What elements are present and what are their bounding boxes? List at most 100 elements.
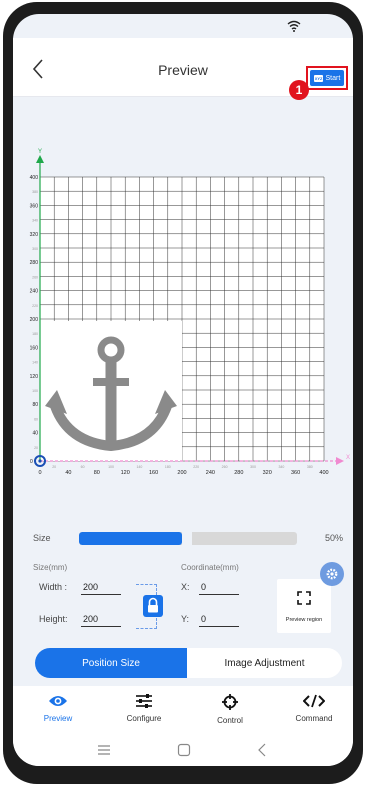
x-tick-label-minor: 340 [278, 465, 284, 469]
mode-switch: Position Size Image Adjustment [35, 648, 342, 678]
y-tick-label: 160 [30, 345, 39, 351]
height-label: Height: [39, 614, 68, 624]
x-tick-label-minor: 300 [250, 465, 256, 469]
x-tick-label-minor: 180 [165, 465, 171, 469]
y-tick-label-minor: 380 [32, 190, 38, 194]
preview-canvas[interactable]: YX04003603202802402001601208040380340300… [13, 144, 353, 504]
wifi-icon [287, 20, 301, 32]
y-tick-label: 280 [30, 260, 39, 266]
position-size-tab[interactable]: Position Size [35, 648, 187, 678]
y-tick-origin: 0 [30, 459, 33, 465]
size-label: Size [33, 533, 51, 543]
link-bracket-top [136, 584, 157, 595]
x-tick-label: 400 [319, 470, 328, 476]
y-tick-label-minor: 220 [32, 304, 38, 308]
y-tick-label-minor: 300 [32, 247, 38, 251]
preview-region-label: Preview region [285, 617, 323, 623]
x-tick-label-minor: 60 [81, 465, 85, 469]
x-tick-label: 240 [206, 470, 215, 476]
code-icon [303, 694, 325, 708]
x-tick-label: 320 [263, 470, 272, 476]
x-tick-label-minor: 20 [52, 465, 56, 469]
system-nav-bar [13, 734, 353, 766]
link-bracket-bottom [136, 618, 157, 629]
x-tick-label-minor: 260 [222, 465, 228, 469]
y-tick-label-minor: 260 [32, 275, 38, 279]
app-screen: Preview XYZ Start 1 Y X 0 400 360 320 280 240 20… [13, 14, 353, 766]
y-tick-label: 120 [30, 374, 39, 380]
y-tick-label-minor: 60 [34, 417, 38, 421]
nav-back-icon[interactable] [257, 743, 267, 757]
page-title: Preview [158, 62, 208, 78]
sliders-icon [136, 694, 152, 708]
x-tick-label-minor: 140 [136, 465, 142, 469]
y-tick-label: 40 [32, 431, 38, 437]
size-row: Size 50% [33, 530, 343, 546]
x-tick-label: 40 [65, 470, 71, 476]
menu-icon[interactable] [97, 744, 111, 756]
phone-frame: Preview XYZ Start 1 Y X 0 400 360 320 280 240 20… [3, 2, 363, 784]
y-tick-label: 360 [30, 203, 39, 209]
x-tick-label: 80 [94, 470, 100, 476]
start-button[interactable]: XYZ Start [310, 70, 344, 86]
eye-icon [49, 696, 67, 706]
origin-marker-dot [38, 459, 42, 463]
tab-control-label: Control [217, 716, 243, 725]
y-tick-label: 200 [30, 317, 39, 323]
y-tick-label-minor: 340 [32, 219, 38, 223]
size-percent: 50% [324, 533, 343, 543]
image-adjustment-tab[interactable]: Image Adjustment [187, 648, 342, 678]
tab-configure-label: Configure [126, 714, 162, 723]
size-mm-header: Size(mm) [33, 563, 68, 572]
fullscreen-icon [297, 591, 311, 605]
start-button-highlight: XYZ Start [306, 66, 348, 90]
coord-x-input[interactable]: 0 [199, 582, 239, 595]
aspect-lock-button[interactable] [143, 595, 163, 617]
width-input[interactable]: 200 [81, 582, 121, 595]
x-tick-label-minor: 100 [108, 465, 114, 469]
x-tick-label-minor: 220 [193, 465, 199, 469]
crosshair-icon [222, 694, 238, 710]
size-slider[interactable] [79, 532, 297, 545]
y-tick-label-minor: 20 [34, 446, 38, 450]
coord-y-input[interactable]: 0 [199, 614, 239, 627]
x-tick-label: 360 [291, 470, 300, 476]
y-tick-label: 400 [30, 175, 39, 181]
x-tick-label: 280 [234, 470, 243, 476]
tab-preview-label: Preview [43, 714, 73, 723]
preview-region-button[interactable]: Preview region [277, 579, 331, 633]
width-label: Width : [39, 582, 68, 592]
tab-configure[interactable]: Configure [109, 694, 179, 723]
xyz-icon: XYZ [313, 74, 324, 82]
size-slider-fill [79, 532, 182, 545]
settings-button[interactable] [320, 562, 344, 586]
tab-command-label: Command [295, 714, 333, 723]
y-tick-label: 80 [32, 402, 38, 408]
height-input[interactable]: 200 [81, 614, 121, 627]
size-slider-handle[interactable] [182, 532, 192, 545]
coordinate-header: Coordinate(mm) [181, 563, 239, 572]
x-tick-label: 0 [38, 470, 41, 476]
lock-icon [148, 597, 158, 613]
home-icon[interactable] [177, 743, 191, 757]
start-label: Start [325, 74, 341, 82]
tab-command[interactable]: Command [279, 694, 349, 723]
status-bar [13, 14, 353, 38]
annotation-badge: 1 [289, 80, 309, 100]
x-axis-letter: X [346, 455, 350, 461]
x-tick-label: 200 [177, 470, 186, 476]
tab-control[interactable]: Control [195, 694, 265, 725]
bottom-tab-bar: Preview Configure Control Command [13, 686, 353, 734]
y-axis-letter: Y [38, 149, 42, 155]
y-tick-label-minor: 100 [32, 389, 38, 393]
y-tick-label-minor: 180 [32, 332, 38, 336]
tab-preview[interactable]: Preview [23, 694, 93, 723]
y-tick-label-minor: 140 [32, 361, 38, 365]
coord-x-label: X: [181, 582, 190, 592]
coord-y-label: Y: [181, 614, 190, 624]
y-tick-label: 320 [30, 232, 39, 238]
x-tick-label: 120 [121, 470, 130, 476]
y-tick-label: 240 [30, 289, 39, 295]
x-tick-label-minor: 380 [307, 465, 313, 469]
x-tick-label: 160 [149, 470, 158, 476]
